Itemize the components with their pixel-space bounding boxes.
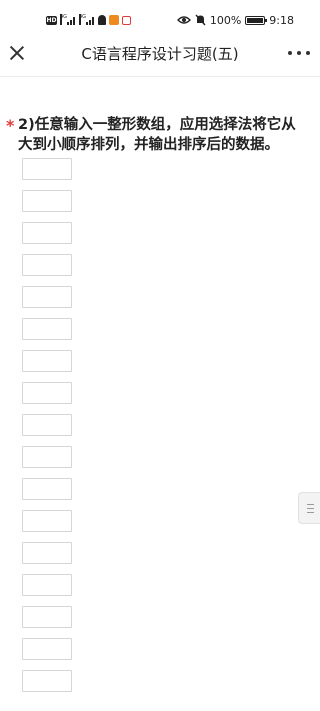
more-options-icon[interactable]	[288, 46, 310, 60]
answer-input[interactable]	[22, 670, 72, 692]
network-type-label-2: 4G	[79, 14, 86, 25]
signal-icon: 4G	[60, 14, 76, 25]
answer-input[interactable]	[22, 414, 72, 436]
answer-input[interactable]	[22, 318, 72, 340]
answer-input[interactable]	[22, 606, 72, 628]
title-bar: C语言程序设计习题(五)	[0, 34, 320, 72]
app-notification-icon	[109, 15, 119, 25]
question-text: 2)任意输入一整形数组，应用选择法将它从大到小顺序排列，并输出排序后的数据。	[18, 117, 296, 153]
signal-icon-2: 4G	[79, 14, 95, 25]
answer-input[interactable]	[22, 254, 72, 276]
status-time: 9:18	[269, 13, 294, 27]
answer-input[interactable]	[22, 350, 72, 372]
answer-input[interactable]	[22, 574, 72, 596]
answer-input[interactable]	[22, 446, 72, 468]
header-divider	[0, 76, 320, 77]
status-left-icons: HD 4G 4G	[46, 13, 131, 27]
answer-input[interactable]	[22, 286, 72, 308]
answer-input[interactable]	[22, 382, 72, 404]
hd-icon: HD	[46, 15, 57, 25]
answer-input[interactable]	[22, 158, 72, 180]
mute-bell-icon	[195, 14, 206, 26]
answer-input[interactable]	[22, 542, 72, 564]
battery-percent: 100%	[209, 13, 242, 27]
required-mark: *	[6, 116, 15, 135]
answer-list	[22, 158, 72, 702]
battery-icon	[245, 15, 268, 25]
answer-input[interactable]	[22, 638, 72, 660]
answer-input[interactable]	[22, 222, 72, 244]
app-notification-icon-2	[122, 15, 131, 25]
notification-bell-icon	[98, 15, 106, 25]
answer-input[interactable]	[22, 478, 72, 500]
side-drawer-handle[interactable]	[298, 492, 320, 524]
network-type-label: 4G	[60, 14, 67, 25]
answer-input[interactable]	[22, 510, 72, 532]
page-title: C语言程序设计习题(五)	[81, 45, 239, 63]
eye-icon	[176, 16, 191, 24]
status-right: 100% 9:18	[176, 11, 294, 29]
answer-input[interactable]	[22, 190, 72, 212]
